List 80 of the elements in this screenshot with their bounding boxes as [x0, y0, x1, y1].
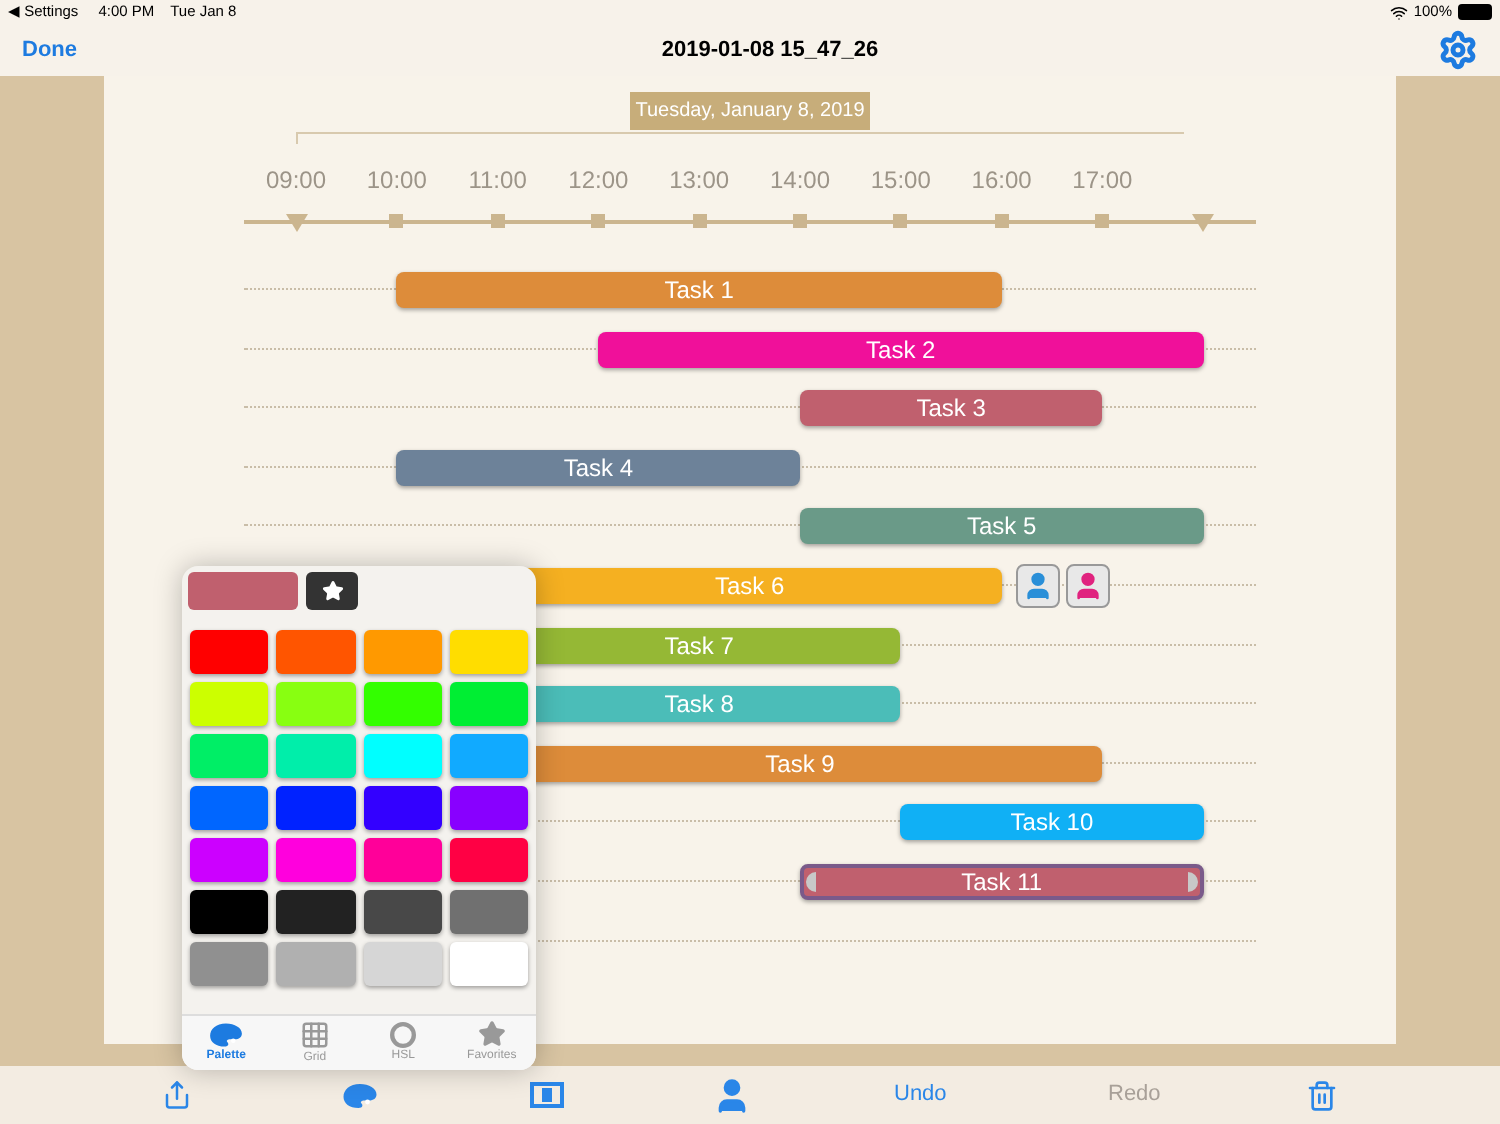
color-swatch[interactable] [363, 734, 442, 778]
hour-label: 12:00 [568, 164, 629, 198]
color-swatch[interactable] [276, 942, 355, 986]
battery-icon [1458, 4, 1492, 20]
task-label: Task 1 [664, 274, 734, 308]
task-label: Task 9 [765, 747, 835, 782]
delete-button[interactable] [1306, 1079, 1338, 1111]
color-swatch[interactable] [363, 630, 442, 674]
share-button[interactable] [162, 1080, 192, 1110]
resize-handle[interactable] [806, 871, 816, 892]
hour-label: 14:00 [769, 164, 831, 198]
color-swatch[interactable] [363, 942, 442, 986]
color-swatch[interactable] [190, 734, 269, 778]
task-label: Task 2 [866, 333, 936, 368]
color-swatch[interactable] [276, 890, 355, 934]
color-swatch[interactable] [276, 734, 355, 778]
share-icon [162, 1080, 192, 1110]
hour-label: 13:00 [669, 164, 730, 198]
undo-button[interactable]: Undo [894, 1078, 947, 1112]
resize-handle[interactable] [1187, 871, 1198, 892]
color-swatch[interactable] [449, 890, 528, 934]
color-swatch[interactable] [363, 890, 442, 934]
task-label: Task 10 [1010, 806, 1094, 841]
hour-label: 09:00 [265, 164, 327, 198]
trash-icon [1306, 1079, 1338, 1111]
task-label: Task 5 [966, 510, 1037, 545]
color-swatch[interactable] [449, 942, 528, 986]
color-swatch[interactable] [276, 786, 355, 830]
hour-label: 15:00 [870, 164, 931, 198]
color-swatch[interactable] [190, 682, 269, 726]
color-swatch[interactable] [449, 786, 528, 830]
task-bar[interactable]: Task 1 [396, 272, 1002, 308]
favorite-button[interactable] [306, 572, 358, 610]
wifi-icon [1389, 3, 1408, 21]
start-marker-icon[interactable] [285, 214, 307, 232]
color-swatch[interactable] [276, 682, 355, 726]
end-marker-icon[interactable] [1192, 214, 1215, 232]
text-box-icon [542, 1088, 552, 1102]
task-label: Task 6 [714, 569, 785, 604]
task-bar[interactable]: Task 4 [396, 449, 800, 486]
task-bar[interactable]: Task 5 [800, 508, 1204, 545]
color-swatch[interactable] [363, 838, 442, 882]
window-title: 2019-01-08 15_47_26 [659, 35, 881, 66]
task-bar[interactable]: Task 2 [598, 331, 1204, 368]
hour-label: 16:00 [971, 164, 1032, 198]
color-swatch[interactable] [190, 890, 269, 934]
color-swatch[interactable] [449, 630, 528, 674]
task-label: Task 4 [563, 451, 634, 486]
task-label: Task 3 [916, 392, 986, 427]
settings-icon[interactable] [1438, 30, 1478, 70]
color-swatch[interactable] [276, 630, 355, 674]
task-label: Task 11 [961, 865, 1043, 900]
hour-label: 10:00 [366, 164, 427, 198]
ring-icon [390, 1021, 417, 1047]
text-box-button[interactable] [530, 1082, 564, 1108]
color-swatch[interactable] [449, 682, 528, 726]
color-swatch[interactable] [276, 838, 355, 882]
star-icon [321, 580, 343, 602]
color-swatch[interactable] [190, 630, 269, 674]
date-label: Tuesday, January 8, 2019 [629, 92, 871, 130]
color-swatch[interactable] [363, 682, 442, 726]
palette-icon [208, 1021, 245, 1047]
task-bar[interactable]: Task 11 [800, 863, 1204, 900]
hour-label: 11:00 [468, 164, 527, 198]
color-swatch[interactable] [190, 942, 269, 986]
palette-icon [342, 1081, 378, 1109]
palette-button[interactable] [342, 1081, 378, 1109]
color-swatch[interactable] [190, 838, 269, 882]
task-label: Task 7 [664, 629, 734, 664]
hour-label: 17:00 [1072, 164, 1133, 198]
task-label: Task 8 [664, 688, 734, 723]
task-bar[interactable]: Task 10 [900, 804, 1204, 841]
grid-icon [299, 1019, 330, 1049]
color-swatch[interactable] [363, 786, 442, 830]
task-bar[interactable]: Task 3 [800, 390, 1103, 427]
done-button[interactable]: Done [22, 33, 102, 67]
star-icon [477, 1020, 506, 1048]
color-swatch[interactable] [190, 786, 269, 830]
color-swatch[interactable] [449, 734, 528, 778]
color-swatch[interactable] [449, 838, 528, 882]
